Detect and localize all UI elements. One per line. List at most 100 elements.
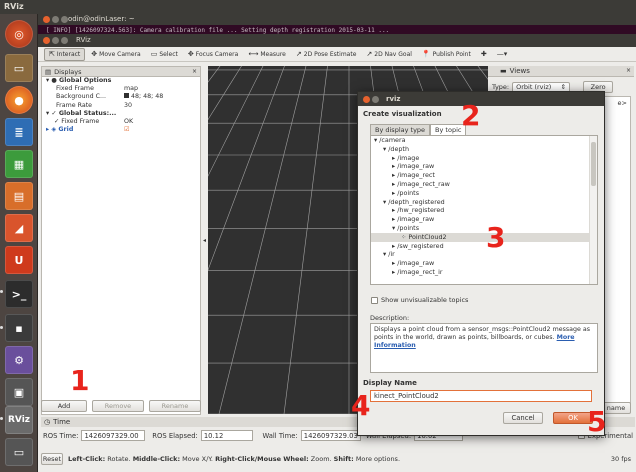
tool-focus-camera[interactable]: ✥ Focus Camera (184, 48, 242, 61)
grid-line (208, 66, 251, 414)
display-row[interactable]: ▾ ✓ Global Status:... (46, 110, 200, 118)
dash-home-icon[interactable]: ◎ (5, 20, 33, 48)
tool-publish-point[interactable]: 📍 Publish Point (418, 48, 475, 61)
display-value: map (124, 85, 138, 93)
rviz-titlebar[interactable]: RViz (38, 34, 636, 47)
select-icon: ▭ (150, 50, 158, 58)
topic-item[interactable]: ▸ /points (371, 189, 597, 198)
rviz-app-icon[interactable]: RViz (5, 406, 33, 434)
writer-icon[interactable]: ≣ (5, 118, 33, 146)
close-icon[interactable] (43, 37, 50, 44)
displays-tree[interactable]: ▾ ● Global Options Fixed Frame map Backgrou… (42, 77, 200, 134)
minimize-icon[interactable] (52, 37, 59, 44)
type-label: Type: (492, 83, 510, 91)
tool-interact[interactable]: ⇱ Interact (44, 47, 86, 61)
display-row[interactable]: ▸ ◈ Grid ☑ (46, 126, 200, 134)
spin-icon: ⇕ (560, 83, 567, 91)
display-row[interactable]: ✓ Fixed Frame OK (46, 118, 200, 126)
calc-icon[interactable]: ▦ (5, 150, 33, 178)
clock-icon: ◷ (44, 418, 51, 426)
impress-icon[interactable]: ▤ (5, 182, 33, 210)
reset-button[interactable]: Reset (41, 453, 63, 465)
topic-item[interactable]: ▾ /depth_registered (371, 198, 597, 207)
toolbar: ⇱ Interact ✥ Move Camera ▭ Select ✥ Focus Camer… (38, 47, 636, 62)
close-icon[interactable] (43, 16, 50, 23)
scroll-thumb[interactable] (591, 142, 596, 186)
topic-item[interactable]: ▸ /hw_registered (371, 206, 597, 215)
fps-label: 30 fps (610, 455, 631, 463)
topic-item[interactable]: ▸ /image_raw (371, 162, 597, 171)
collapse-left-icon[interactable]: ◂ (203, 237, 206, 244)
tool-select[interactable]: ▭ Select (147, 48, 182, 61)
tab-by-display-type[interactable]: By display type (370, 124, 431, 135)
close-icon[interactable]: × (626, 67, 631, 74)
maximize-icon[interactable] (61, 16, 68, 23)
topic-item[interactable]: ▸ /sw_registered (371, 242, 597, 251)
topic-item[interactable]: ▸ /image (371, 154, 597, 163)
tool-tool-menu-icon[interactable]: —▾ (493, 48, 512, 61)
tool-move-camera[interactable]: ✥ Move Camera (87, 48, 144, 61)
display-value[interactable]: ☑ (124, 126, 200, 134)
topic-item[interactable]: ▸ /image_raw (371, 215, 597, 224)
launcher: ◎ ▭ ● ≣ ▦ ▤ ◢ U >_ ▪ ⚙ ▣ RViz ▭ (0, 14, 38, 472)
software-center-icon[interactable]: ◢ (5, 214, 33, 242)
show-unvisualizable-checkbox[interactable] (371, 296, 378, 304)
annotation-step-1: 1 (70, 364, 90, 397)
description-label: Description: (370, 314, 410, 322)
topic-item-selected[interactable]: ⁘ PointCloud2 (371, 232, 597, 242)
firefox-icon[interactable]: ● (5, 86, 33, 114)
tool-2d-nav-goal[interactable]: ↗ 2D Nav Goal (362, 48, 416, 61)
display-row[interactable]: Fixed Frame map (46, 85, 200, 93)
ros-time-label: ROS Time: (43, 431, 79, 440)
topic-item[interactable]: ▾ /ir (371, 250, 597, 259)
topic-item[interactable]: ▾ /camera (371, 136, 597, 145)
hint-shift: Shift: (333, 455, 354, 463)
topic-tree[interactable]: ▾ /camera ▾ /depth ▸ /image ▸ /image_raw ▸ /… (370, 135, 598, 285)
trash-icon[interactable]: ▭ (5, 438, 33, 466)
files-icon[interactable]: ▭ (5, 54, 33, 82)
topic-item[interactable]: ▸ /image_rect_ir (371, 268, 597, 277)
display-value (124, 77, 200, 85)
nav-goal-icon: ↗ (366, 50, 373, 58)
annotation-step-2: 2 (461, 99, 481, 132)
wall-time-field: 1426097329.03 (300, 430, 361, 441)
minimize-icon[interactable] (52, 16, 59, 23)
terminal-titlebar[interactable]: odin@odinLaser: ~ (38, 14, 636, 25)
color-swatch[interactable] (124, 93, 129, 99)
topic-item[interactable]: ▾ /points (371, 224, 597, 233)
tool-add-tool-icon[interactable]: ✚ (477, 48, 491, 61)
display-name-input[interactable]: kinect_PointCloud2 (370, 390, 592, 402)
terminal-icon[interactable]: >_ (5, 280, 33, 308)
terminal-2-icon[interactable]: ▪ (5, 314, 33, 342)
dialog-titlebar[interactable]: rviz (358, 92, 604, 106)
minimize-icon[interactable] (372, 96, 379, 103)
remove-button[interactable]: Remove (92, 400, 144, 412)
topic-item[interactable]: ▸ /image_raw (371, 259, 597, 268)
panel-splitter[interactable]: ◂ (201, 66, 208, 414)
ubuntu-one-icon[interactable]: U (5, 246, 33, 274)
cancel-button[interactable]: Cancel (503, 412, 543, 424)
display-value: 48; 48; 48 (131, 93, 164, 101)
grid-line (208, 66, 223, 414)
close-icon[interactable]: × (192, 68, 197, 75)
tool-measure[interactable]: ⟷ Measure (244, 48, 290, 61)
display-row[interactable]: Background C... 48; 48; 48 (46, 93, 200, 101)
tool-2d-pose-estimate[interactable]: ↗ 2D Pose Estimate (292, 48, 361, 61)
display-row[interactable]: Frame Rate 30 (46, 102, 200, 110)
rename-button[interactable]: Rename (149, 400, 201, 412)
running-indicator (0, 290, 3, 293)
running-indicator (0, 417, 3, 420)
add-button[interactable]: Add (41, 400, 87, 412)
displays-panel: ▤ Displays × ▾ ● Global Options Fixed Fra… (41, 66, 201, 414)
topic-item[interactable]: ▸ /image_rect_raw (371, 180, 597, 189)
close-icon[interactable] (363, 96, 370, 103)
system-settings-icon[interactable]: ⚙ (5, 346, 33, 374)
top-panel-title: RViz (4, 2, 24, 11)
tree-scrollbar[interactable] (589, 136, 597, 284)
topic-item[interactable]: ▸ /image_rect (371, 171, 597, 180)
topic-item[interactable]: ▾ /depth (371, 145, 597, 154)
maximize-icon[interactable] (61, 37, 68, 44)
dialog-title: rviz (386, 95, 401, 103)
workspace-icon[interactable]: ▣ (5, 378, 33, 406)
display-row[interactable]: ▾ ● Global Options (46, 77, 200, 85)
